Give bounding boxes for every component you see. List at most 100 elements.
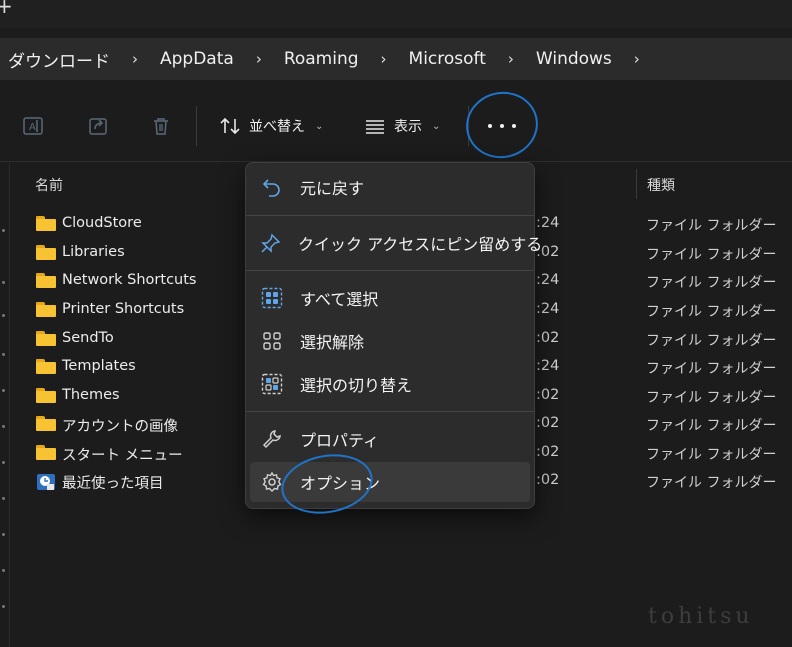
file-date: :02: [536, 415, 560, 431]
breadcrumb-item-roaming[interactable]: Roaming: [284, 49, 359, 69]
file-type: ファイル フォルダー: [646, 304, 777, 320]
undo-icon: [260, 175, 284, 199]
file-type: ファイル フォルダー: [646, 447, 777, 463]
file-name: アカウントの画像: [62, 419, 178, 435]
folder-icon: [36, 273, 56, 288]
menu-item-label: すべて選択: [300, 290, 379, 309]
menu-item-properties[interactable]: プロパティ: [250, 419, 530, 459]
file-date: :24: [536, 358, 560, 374]
rename-icon[interactable]: A: [21, 114, 45, 138]
breadcrumb-separator-icon[interactable]: ›: [508, 50, 514, 68]
breadcrumb-item-appdata[interactable]: AppData: [160, 49, 234, 69]
invert-selection-icon: [260, 372, 284, 396]
nav-expander-icon: [2, 605, 5, 608]
new-tab-icon[interactable]: +: [0, 0, 13, 18]
folder-icon: [36, 445, 56, 460]
file-type: ファイル フォルダー: [646, 218, 777, 234]
sort-label: 並べ替え: [249, 119, 305, 135]
folder-icon: [36, 388, 56, 403]
breadcrumb: ダウンロード › AppData › Roaming › Microsoft ›…: [8, 38, 662, 80]
nav-expander-icon: [2, 389, 5, 392]
file-name: Themes: [62, 387, 120, 403]
address-bar[interactable]: ダウンロード › AppData › Roaming › Microsoft ›…: [0, 38, 792, 80]
chevron-down-icon: ⌄: [315, 120, 324, 132]
nav-expander-icon: [2, 281, 5, 284]
command-bar: A 並べ替え ⌄ 表示 ⌄: [0, 90, 792, 162]
menu-separator: [246, 215, 534, 216]
nav-expander-icon: [2, 533, 5, 536]
file-name: Printer Shortcuts: [62, 301, 185, 317]
file-date: :24: [536, 215, 560, 231]
menu-item-undo[interactable]: 元に戻す: [250, 167, 530, 207]
nav-expander-icon: [2, 497, 5, 500]
folder-icon: [36, 216, 56, 231]
column-name[interactable]: 名前: [35, 175, 63, 195]
menu-item-select-none[interactable]: 選択解除: [250, 321, 530, 361]
file-date: :24: [536, 272, 560, 288]
column-divider[interactable]: [636, 169, 637, 199]
more-options-menu: 元に戻す クイック アクセスにピン留めする すべて選択 選択解除 選択の切り替え…: [245, 162, 542, 509]
breadcrumb-item-downloads[interactable]: ダウンロード: [8, 47, 110, 72]
menu-item-label: 選択の切り替え: [300, 376, 413, 395]
menu-separator: [246, 411, 534, 412]
breadcrumb-separator-icon[interactable]: ›: [634, 50, 640, 68]
navigation-pane[interactable]: [0, 163, 10, 647]
nav-expander-icon: [2, 425, 5, 428]
breadcrumb-separator-icon[interactable]: ›: [381, 50, 387, 68]
delete-icon[interactable]: [149, 114, 173, 138]
svg-text:A: A: [29, 122, 36, 133]
file-type: ファイル フォルダー: [646, 361, 777, 377]
file-name: Network Shortcuts: [62, 272, 197, 288]
pin-icon: [260, 231, 282, 255]
recent-items-icon: [36, 473, 56, 490]
file-name: Libraries: [62, 244, 125, 260]
file-type: ファイル フォルダー: [646, 390, 777, 406]
breadcrumb-separator-icon[interactable]: ›: [132, 50, 138, 68]
file-type: ファイル フォルダー: [646, 275, 777, 291]
nav-expander-icon: [2, 569, 5, 572]
view-button[interactable]: 表示 ⌄: [364, 112, 440, 140]
menu-item-label: 元に戻す: [300, 179, 365, 198]
menu-item-select-all[interactable]: すべて選択: [250, 278, 530, 318]
select-none-icon: [260, 329, 284, 353]
nav-expander-icon: [2, 461, 5, 464]
menu-item-invert-selection[interactable]: 選択の切り替え: [250, 364, 530, 404]
sort-icon: [220, 117, 240, 135]
file-type: ファイル フォルダー: [646, 333, 777, 349]
file-name: CloudStore: [62, 215, 142, 231]
file-type: ファイル フォルダー: [646, 475, 777, 491]
breadcrumb-item-windows[interactable]: Windows: [536, 49, 612, 69]
file-name: Templates: [62, 358, 136, 374]
file-date: :02: [536, 472, 560, 488]
folder-icon: [36, 331, 56, 346]
sort-button[interactable]: 並べ替え ⌄: [219, 112, 323, 140]
breadcrumb-item-microsoft[interactable]: Microsoft: [409, 49, 486, 69]
view-label: 表示: [394, 119, 422, 135]
gear-icon: [260, 470, 284, 494]
title-bar: +: [0, 0, 792, 28]
file-name: スタート メニュー: [62, 448, 183, 464]
file-date: :02: [536, 444, 560, 460]
file-name: 最近使った項目: [62, 476, 164, 492]
menu-item-pin-quick-access[interactable]: クイック アクセスにピン留めする: [250, 223, 542, 263]
nav-expander-icon: [2, 353, 5, 356]
select-all-icon: [260, 286, 284, 310]
folder-icon: [36, 245, 56, 260]
wrench-icon: [260, 427, 284, 451]
share-icon[interactable]: [86, 114, 110, 138]
folder-icon: [36, 416, 56, 431]
column-type[interactable]: 種類: [647, 175, 675, 195]
nav-expander-icon: [2, 229, 5, 232]
chevron-down-icon: ⌄: [432, 120, 441, 132]
view-icon: [366, 120, 384, 134]
toolbar-divider: [196, 106, 197, 146]
menu-item-label: 選択解除: [300, 333, 365, 352]
file-type: ファイル フォルダー: [646, 418, 777, 434]
file-date: :24: [536, 301, 560, 317]
file-name: SendTo: [62, 330, 114, 346]
file-date: :02: [536, 387, 560, 403]
watermark: tohitsu: [648, 604, 754, 629]
breadcrumb-separator-icon[interactable]: ›: [256, 50, 262, 68]
file-date: :02: [536, 330, 560, 346]
folder-icon: [36, 359, 56, 374]
